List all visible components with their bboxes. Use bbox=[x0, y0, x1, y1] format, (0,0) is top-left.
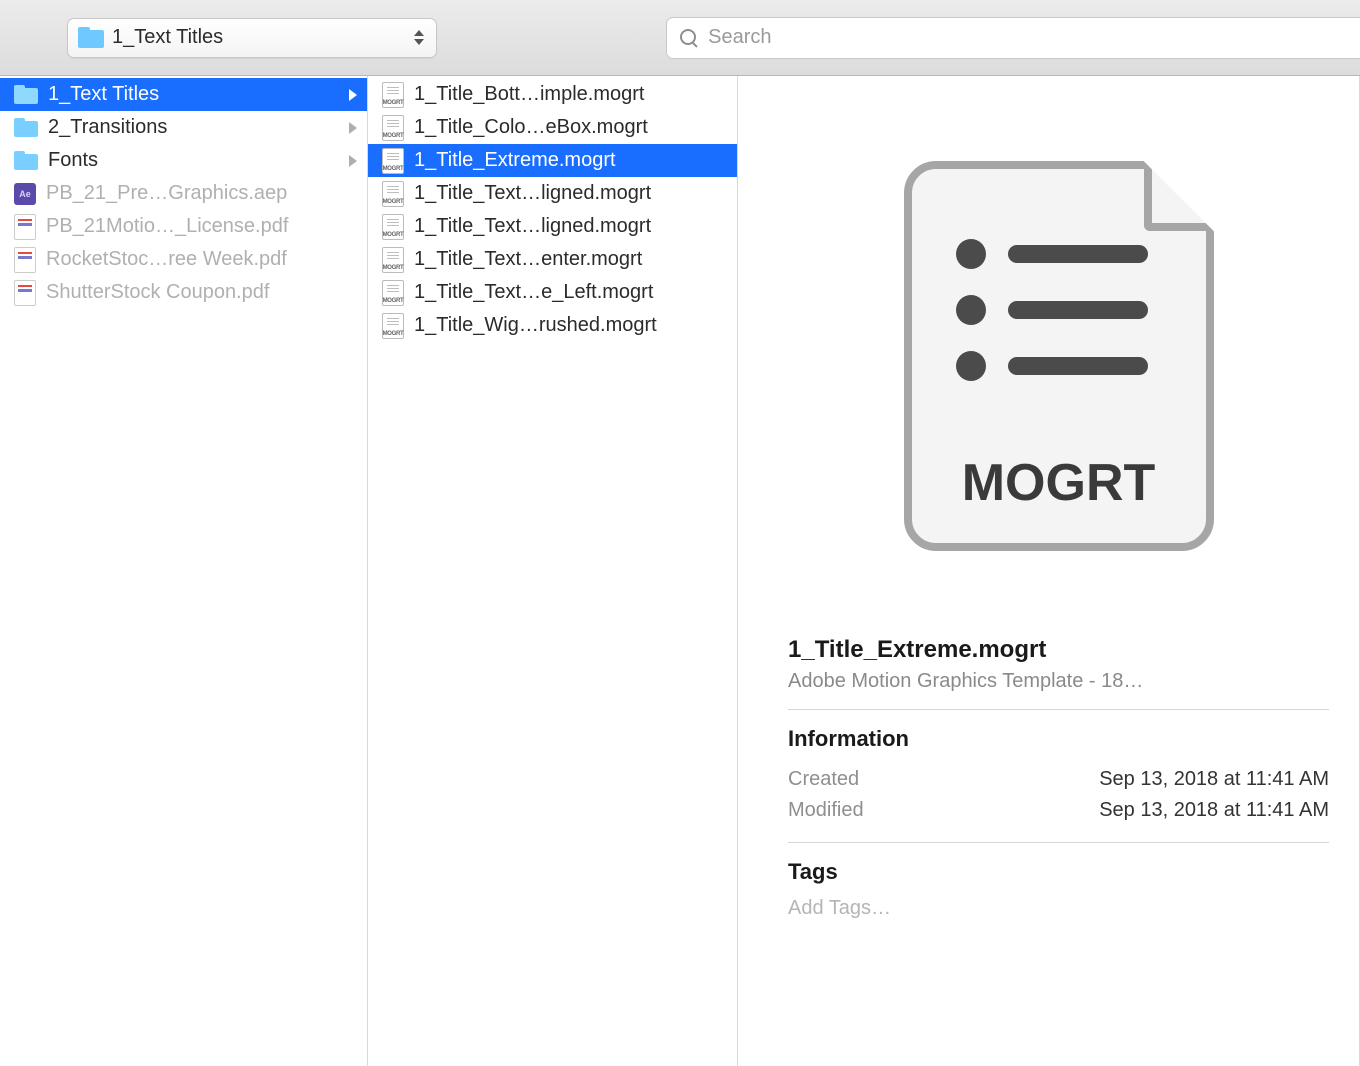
list-item[interactable]: MOGRT 1_Title_Wig…rushed.mogrt bbox=[368, 309, 737, 342]
chevron-right-icon bbox=[349, 155, 357, 167]
column-2[interactable]: MOGRT 1_Title_Bott…imple.mogrt MOGRT 1_Titl… bbox=[368, 76, 738, 1066]
list-item[interactable]: ShutterStock Coupon.pdf bbox=[0, 276, 367, 309]
preview-subtitle: Adobe Motion Graphics Template - 18… bbox=[788, 670, 1329, 693]
info-row-created: Created Sep 13, 2018 at 11:41 AM bbox=[788, 764, 1329, 795]
list-item[interactable]: MOGRT 1_Title_Text…e_Left.mogrt bbox=[368, 276, 737, 309]
mogrt-icon: MOGRT bbox=[382, 148, 404, 174]
list-item-label: 1_Title_Text…ligned.mogrt bbox=[414, 215, 727, 238]
path-label: 1_Text Titles bbox=[112, 26, 404, 49]
list-item[interactable]: Fonts bbox=[0, 144, 367, 177]
aep-icon: Ae bbox=[14, 183, 36, 205]
folder-icon bbox=[14, 151, 38, 171]
list-item[interactable]: MOGRT 1_Title_Text…ligned.mogrt bbox=[368, 210, 737, 243]
list-item-label: 1_Title_Text…enter.mogrt bbox=[414, 248, 727, 271]
updown-icon bbox=[412, 27, 426, 49]
list-item-label: 2_Transitions bbox=[48, 116, 339, 139]
info-label: Created bbox=[788, 768, 859, 791]
list-item-label: 1_Text Titles bbox=[48, 83, 339, 106]
list-item-label: 1_Title_Wig…rushed.mogrt bbox=[414, 314, 727, 337]
information-heading: Information bbox=[788, 726, 1329, 752]
pdf-icon bbox=[14, 214, 36, 240]
chevron-right-icon bbox=[349, 122, 357, 134]
list-item-label: 1_Title_Extreme.mogrt bbox=[414, 149, 727, 172]
divider bbox=[788, 709, 1329, 710]
list-item[interactable]: Ae PB_21_Pre…Graphics.aep bbox=[0, 177, 367, 210]
tags-heading: Tags bbox=[788, 859, 1329, 885]
list-item-label: 1_Title_Text…e_Left.mogrt bbox=[414, 281, 727, 304]
mogrt-icon: MOGRT bbox=[382, 214, 404, 240]
list-item[interactable]: MOGRT 1_Title_Extreme.mogrt bbox=[368, 144, 737, 177]
preview-icon: MOGRT bbox=[788, 96, 1329, 616]
list-item-label: 1_Title_Colo…eBox.mogrt bbox=[414, 116, 727, 139]
pdf-icon bbox=[14, 247, 36, 273]
finder-toolbar: 1_Text Titles bbox=[0, 0, 1360, 76]
list-item[interactable]: 1_Text Titles bbox=[0, 78, 367, 111]
list-item[interactable]: 2_Transitions bbox=[0, 111, 367, 144]
list-item-label: RocketStoc…ree Week.pdf bbox=[46, 248, 357, 271]
path-dropdown[interactable]: 1_Text Titles bbox=[67, 18, 437, 58]
list-item-label: 1_Title_Bott…imple.mogrt bbox=[414, 83, 727, 106]
column-1[interactable]: 1_Text Titles 2_Transitions Fonts Ae PB_21_P… bbox=[0, 76, 368, 1066]
search-input[interactable] bbox=[708, 26, 1353, 49]
folder-icon bbox=[14, 118, 38, 138]
mogrt-icon: MOGRT bbox=[382, 82, 404, 108]
preview-filename: 1_Title_Extreme.mogrt bbox=[788, 636, 1329, 664]
list-item[interactable]: MOGRT 1_Title_Colo…eBox.mogrt bbox=[368, 111, 737, 144]
search-field[interactable] bbox=[666, 17, 1360, 59]
chevron-right-icon bbox=[349, 89, 357, 101]
mogrt-icon: MOGRT bbox=[382, 313, 404, 339]
preview-ext: MOGRT bbox=[912, 453, 1206, 543]
list-item[interactable]: MOGRT 1_Title_Text…enter.mogrt bbox=[368, 243, 737, 276]
folder-icon bbox=[14, 85, 38, 105]
info-label: Modified bbox=[788, 799, 864, 822]
mogrt-icon: MOGRT bbox=[382, 280, 404, 306]
preview-pane: MOGRT 1_Title_Extreme.mogrt Adobe Motion… bbox=[738, 76, 1360, 1066]
mogrt-icon: MOGRT bbox=[382, 247, 404, 273]
list-item[interactable]: MOGRT 1_Title_Text…ligned.mogrt bbox=[368, 177, 737, 210]
list-item-label: 1_Title_Text…ligned.mogrt bbox=[414, 182, 727, 205]
mogrt-icon: MOGRT bbox=[382, 181, 404, 207]
folder-icon bbox=[78, 27, 104, 49]
column-view: 1_Text Titles 2_Transitions Fonts Ae PB_21_P… bbox=[0, 76, 1360, 1066]
list-item[interactable]: PB_21Motio…_License.pdf bbox=[0, 210, 367, 243]
info-value: Sep 13, 2018 at 11:41 AM bbox=[1099, 799, 1329, 822]
mogrt-icon: MOGRT bbox=[382, 115, 404, 141]
add-tags-field[interactable]: Add Tags… bbox=[788, 897, 1329, 920]
mogrt-large-icon: MOGRT bbox=[904, 161, 1214, 551]
list-item-label: ShutterStock Coupon.pdf bbox=[46, 281, 357, 304]
info-value: Sep 13, 2018 at 11:41 AM bbox=[1099, 768, 1329, 791]
list-item-label: PB_21_Pre…Graphics.aep bbox=[46, 182, 357, 205]
list-item[interactable]: RocketStoc…ree Week.pdf bbox=[0, 243, 367, 276]
list-item[interactable]: MOGRT 1_Title_Bott…imple.mogrt bbox=[368, 78, 737, 111]
pdf-icon bbox=[14, 280, 36, 306]
search-icon bbox=[679, 28, 698, 48]
divider bbox=[788, 842, 1329, 843]
list-item-label: PB_21Motio…_License.pdf bbox=[46, 215, 357, 238]
list-item-label: Fonts bbox=[48, 149, 339, 172]
info-row-modified: Modified Sep 13, 2018 at 11:41 AM bbox=[788, 795, 1329, 826]
